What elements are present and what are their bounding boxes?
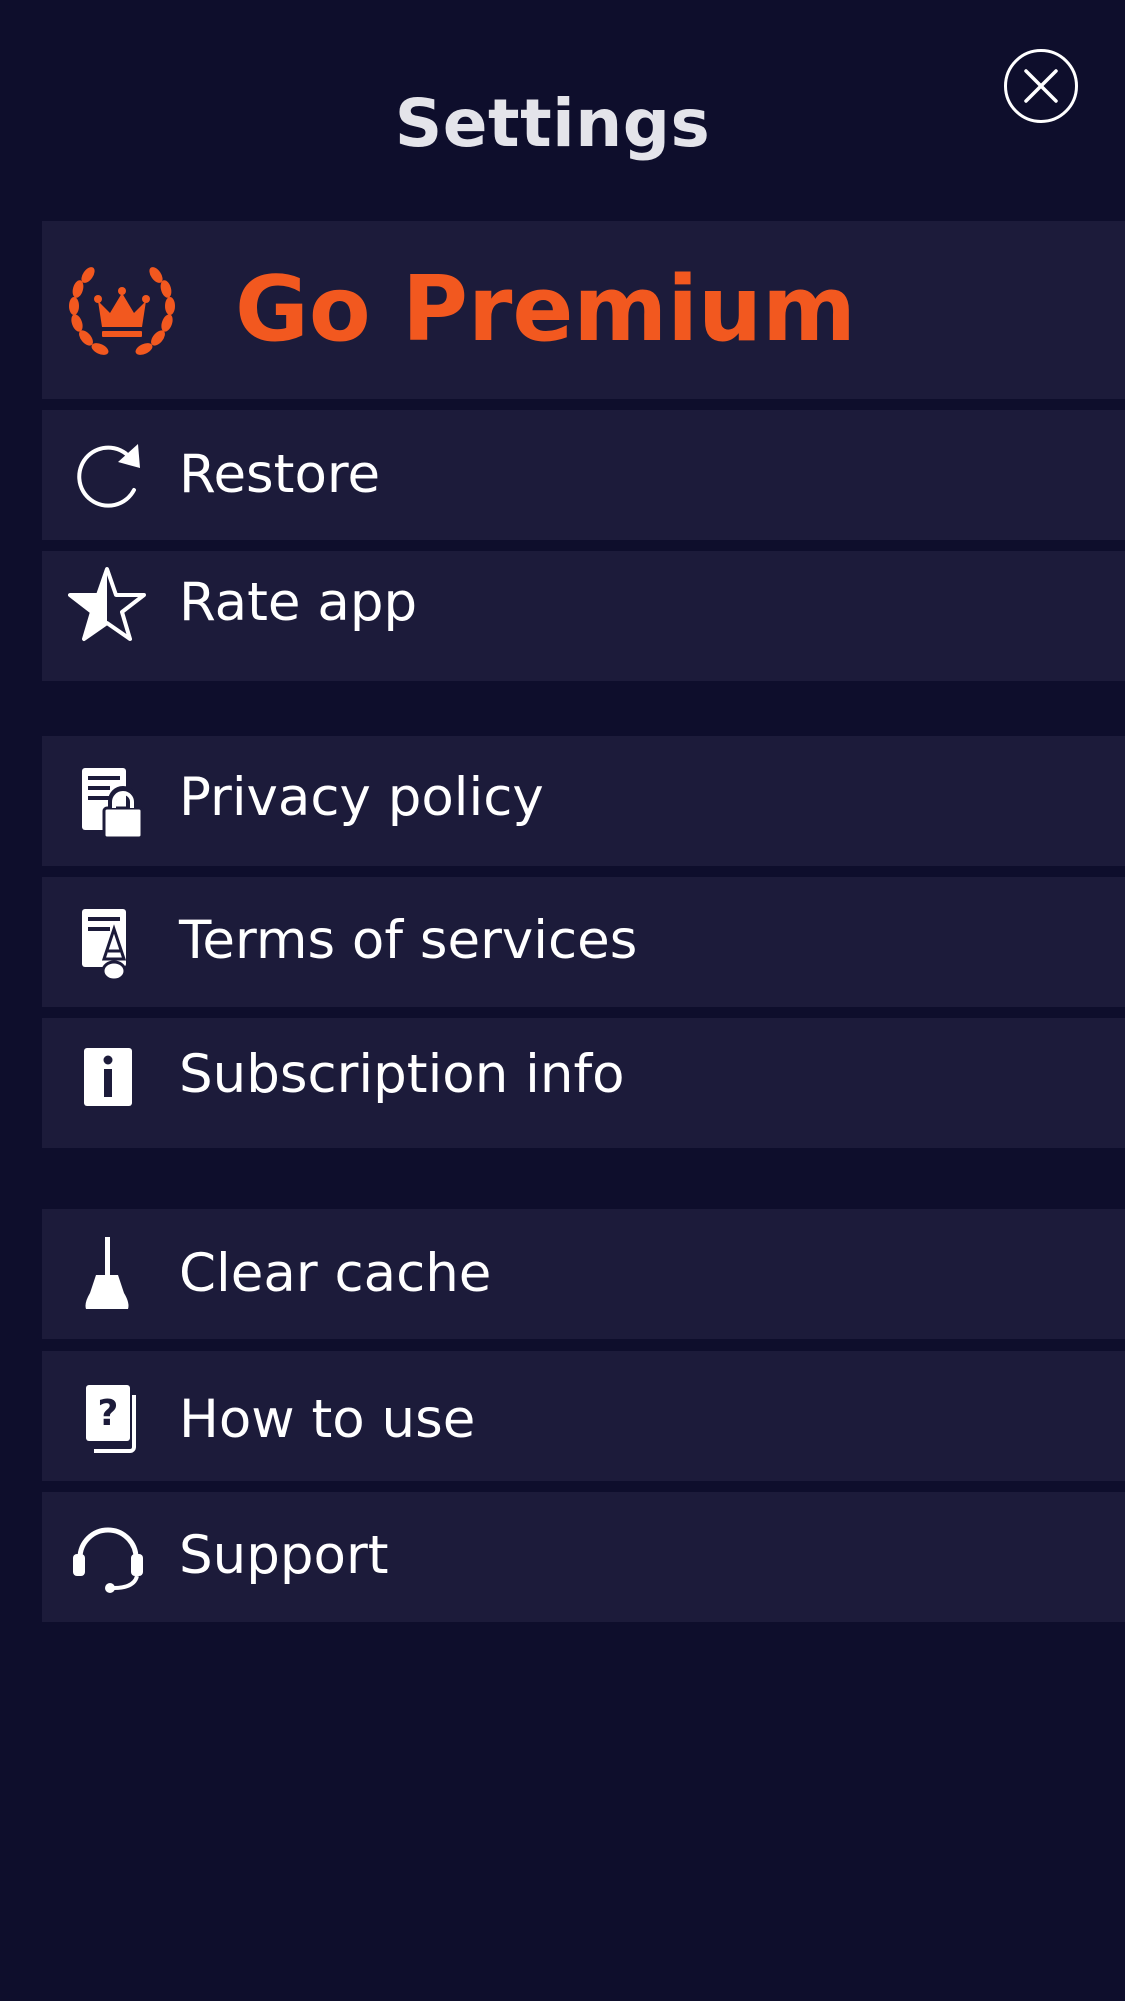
- svg-text:?: ?: [98, 1393, 119, 1434]
- rate-app-label: Rate app: [179, 572, 418, 633]
- restore-item[interactable]: Restore: [42, 410, 1125, 540]
- star-icon: [68, 567, 146, 641]
- how-to-use-item[interactable]: ? How to use: [42, 1351, 1125, 1481]
- clear-cache-item[interactable]: Clear cache: [42, 1209, 1125, 1339]
- subscription-info-label: Subscription info: [179, 1044, 625, 1105]
- document-lock-icon: [82, 768, 144, 840]
- restore-label: Restore: [179, 444, 381, 505]
- privacy-policy-item[interactable]: Privacy policy: [42, 736, 1125, 866]
- headset-icon: [73, 1527, 143, 1593]
- help-cards-icon: ?: [86, 1385, 136, 1453]
- broom-icon: [85, 1237, 129, 1309]
- page-title: Settings: [394, 85, 711, 162]
- terms-of-services-label: Terms of services: [179, 910, 638, 971]
- close-button[interactable]: [1004, 49, 1078, 123]
- rate-app-item[interactable]: Rate app: [42, 551, 1125, 681]
- go-premium-button[interactable]: Go Premium: [42, 221, 1125, 399]
- how-to-use-label: How to use: [179, 1389, 476, 1450]
- clear-cache-label: Clear cache: [179, 1243, 492, 1304]
- subscription-info-item[interactable]: Subscription info: [42, 1018, 1125, 1148]
- support-label: Support: [179, 1525, 389, 1586]
- terms-of-services-item[interactable]: Terms of services: [42, 877, 1125, 1007]
- info-icon: [84, 1048, 132, 1106]
- crown-laurel-icon: [69, 267, 175, 355]
- close-icon: [1024, 69, 1058, 103]
- support-item[interactable]: Support: [42, 1492, 1125, 1622]
- document-sign-icon: [82, 909, 127, 982]
- refresh-icon: [77, 444, 140, 508]
- go-premium-label: Go Premium: [235, 257, 856, 362]
- privacy-policy-label: Privacy policy: [179, 767, 544, 828]
